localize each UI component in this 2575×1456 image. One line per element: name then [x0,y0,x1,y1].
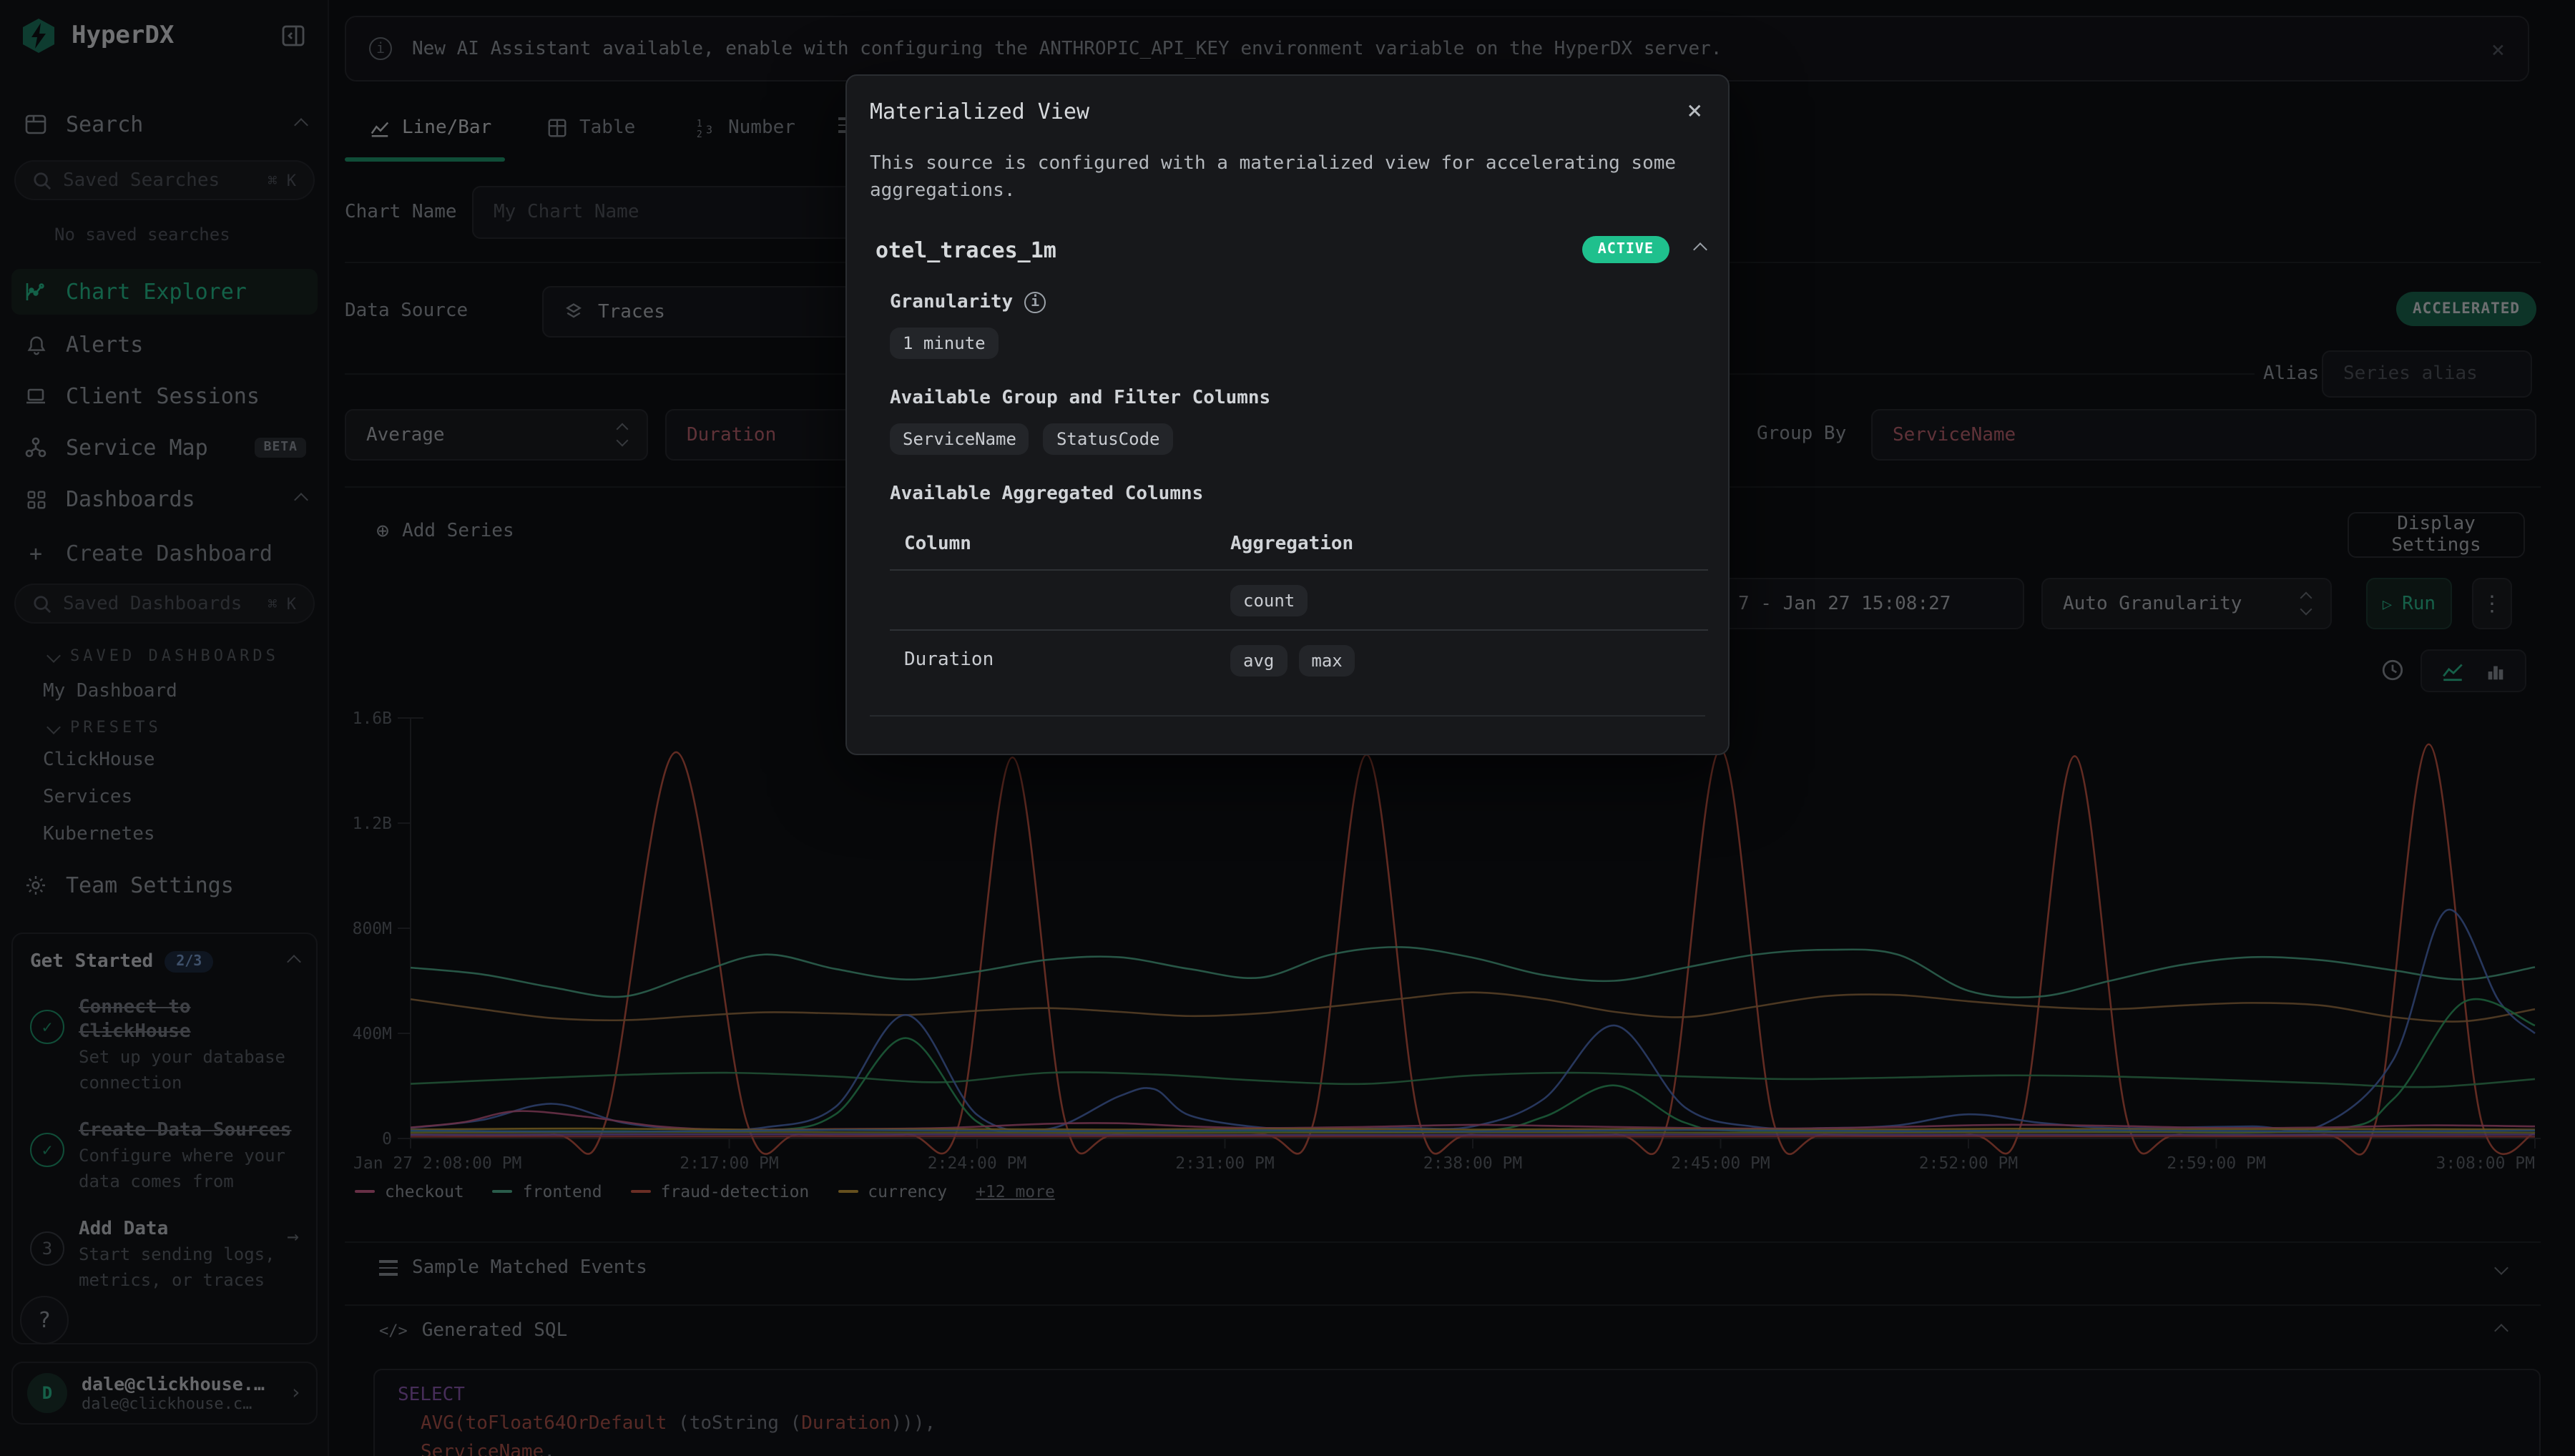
modal-close-icon[interactable]: × [1687,96,1702,126]
active-status-badge: ACTIVE [1582,236,1669,263]
granularity-header: Granularity i [890,292,1705,313]
group-filter-chip: ServiceName [890,423,1029,455]
aggregation-chip: avg [1230,644,1287,676]
hyperdx-app: HyperDX Search Saved Searches ⌘ K No sav… [0,0,2575,1456]
table-cell-column: Duration [904,649,1230,671]
table-row: count [890,569,1708,629]
group-filter-header: Available Group and Filter Columns [890,388,1705,409]
aggregation-chip: max [1298,644,1355,676]
granularity-chip: 1 minute [890,328,999,359]
group-filter-chips: ServiceName StatusCode [890,423,1705,455]
aggregation-chip: count [1230,584,1308,616]
info-icon[interactable]: i [1024,292,1046,313]
aggregated-header: Available Aggregated Columns [890,483,1705,505]
group-filter-chip: StatusCode [1044,423,1173,455]
table-row: Durationavgmax [890,629,1708,689]
chevron-up-icon[interactable] [1693,242,1707,257]
modal-title: Materialized View [870,99,1705,124]
view-name: otel_traces_1m [876,237,1056,262]
table-header-aggregation: Aggregation [1230,533,1353,555]
aggregated-columns-table: Column Aggregation count Durationavgmax [890,525,1708,689]
table-header-column: Column [904,533,1230,555]
modal-description: This source is configured with a materia… [870,150,1700,205]
materialized-view-modal: Materialized View × This source is confi… [845,74,1730,755]
view-row[interactable]: otel_traces_1m ACTIVE [870,236,1705,263]
